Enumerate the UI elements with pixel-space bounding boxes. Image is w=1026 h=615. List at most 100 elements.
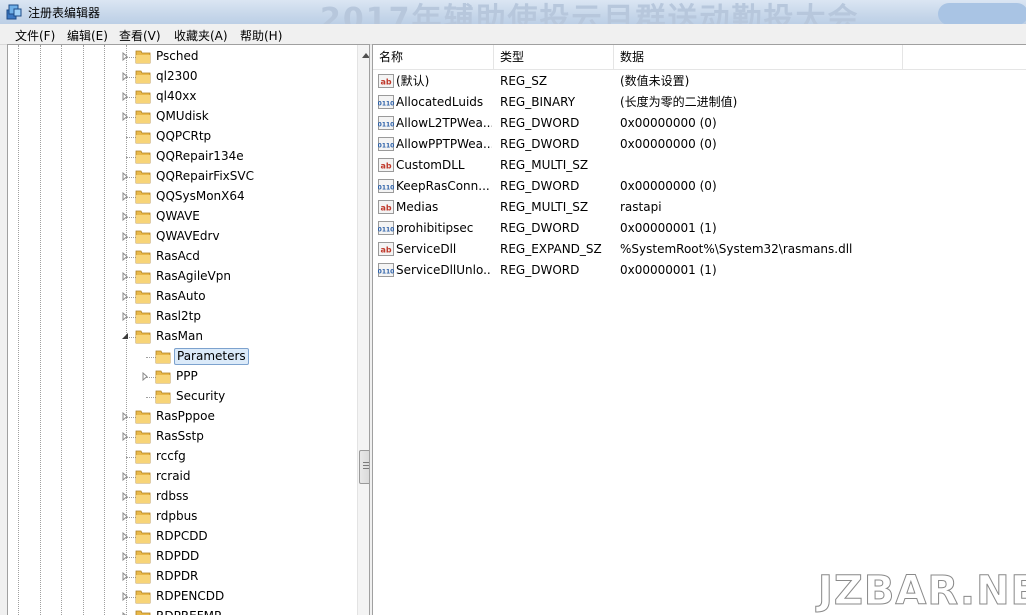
menu-file[interactable]: 文件(F) bbox=[15, 27, 55, 44]
tree-item[interactable]: RasAuto bbox=[8, 287, 356, 307]
tree-item-label[interactable]: RDPCDD bbox=[154, 529, 210, 544]
tree-item[interactable]: ql2300 bbox=[8, 67, 356, 87]
tree-item-label[interactable]: Security bbox=[174, 389, 227, 404]
tree-item[interactable]: RasSstp bbox=[8, 427, 356, 447]
tree-item[interactable]: RasMan bbox=[8, 327, 356, 347]
tree-item-label[interactable]: RasPppoe bbox=[154, 409, 217, 424]
tree-item-label[interactable]: QQRepairFixSVC bbox=[154, 169, 256, 184]
tree-item[interactable]: RDPENCDD bbox=[8, 587, 356, 607]
expand-arrow-icon[interactable] bbox=[121, 312, 129, 321]
tree-item-label[interactable]: Rasl2tp bbox=[154, 309, 203, 324]
expand-arrow-icon[interactable] bbox=[121, 172, 129, 181]
value-row[interactable]: 0110 AllocatedLuids REG_BINARY (长度为零的二进制值) bbox=[373, 92, 1026, 113]
menu-favorites[interactable]: 收藏夹(A) bbox=[174, 27, 228, 44]
expand-arrow-icon[interactable] bbox=[141, 372, 149, 381]
tree-item[interactable]: RDPDR bbox=[8, 567, 356, 587]
tree-item-label[interactable]: RDPREFMP bbox=[154, 609, 223, 615]
tree-item-label[interactable]: QQSysMonX64 bbox=[154, 189, 247, 204]
tree-item[interactable]: Psched bbox=[8, 47, 356, 67]
regedit-app-icon[interactable] bbox=[6, 4, 22, 20]
tree-item-label[interactable]: QQPCRtp bbox=[154, 129, 213, 144]
tree-item[interactable]: QWAVE bbox=[8, 207, 356, 227]
expand-arrow-icon[interactable] bbox=[121, 112, 129, 121]
expand-arrow-icon[interactable] bbox=[121, 572, 129, 581]
value-row[interactable]: ab Medias REG_MULTI_SZ rastapi bbox=[373, 197, 1026, 218]
value-row[interactable]: ab CustomDLL REG_MULTI_SZ bbox=[373, 155, 1026, 176]
expand-arrow-icon[interactable] bbox=[121, 432, 129, 441]
expand-arrow-icon[interactable] bbox=[121, 492, 129, 501]
tree-item-label[interactable]: RDPDR bbox=[154, 569, 200, 584]
tree-item-label[interactable]: QWAVE bbox=[154, 209, 202, 224]
tree-vertical-scrollbar[interactable] bbox=[357, 45, 369, 615]
tree-item-label[interactable]: Psched bbox=[154, 49, 200, 64]
scroll-up-arrow-icon[interactable] bbox=[362, 53, 369, 58]
value-row[interactable]: 0110 ServiceDllUnlo... REG_DWORD 0x00000001… bbox=[373, 260, 1026, 281]
values-list-pane[interactable]: 名称 类型 数据 ab (默认) REG_SZ (数值未设置) 0110 Allocate… bbox=[372, 44, 1026, 615]
tree-item[interactable]: rccfg bbox=[8, 447, 356, 467]
value-row[interactable]: ab ServiceDll REG_EXPAND_SZ %SystemRoot%\Sy… bbox=[373, 239, 1026, 260]
expand-arrow-icon[interactable] bbox=[121, 212, 129, 221]
expand-arrow-icon[interactable] bbox=[121, 592, 129, 601]
expand-arrow-icon[interactable] bbox=[121, 92, 129, 101]
expand-arrow-icon[interactable] bbox=[121, 52, 129, 61]
column-header-data[interactable]: 数据 bbox=[614, 45, 903, 69]
tree-item-label[interactable]: RasMan bbox=[154, 329, 205, 344]
expand-arrow-icon[interactable] bbox=[121, 72, 129, 81]
tree-item-label[interactable]: QQRepair134e bbox=[154, 149, 246, 164]
tree-item-label[interactable]: RasAuto bbox=[154, 289, 208, 304]
expand-arrow-icon[interactable] bbox=[121, 472, 129, 481]
expand-arrow-icon[interactable] bbox=[121, 232, 129, 241]
tree-item-label[interactable]: rdbss bbox=[154, 489, 190, 504]
column-header-name[interactable]: 名称 bbox=[373, 45, 494, 69]
value-row[interactable]: 0110 prohibitipsec REG_DWORD 0x00000001 (1) bbox=[373, 218, 1026, 239]
value-row[interactable]: 0110 AllowPPTPWea... REG_DWORD 0x00000000 (… bbox=[373, 134, 1026, 155]
tree-item[interactable]: Parameters bbox=[8, 347, 356, 367]
tree-item-label[interactable]: rdpbus bbox=[154, 509, 199, 524]
tree-item[interactable]: rcraid bbox=[8, 467, 356, 487]
expand-arrow-icon[interactable] bbox=[121, 272, 129, 281]
tree-item-label[interactable]: QMUdisk bbox=[154, 109, 211, 124]
scrollbar-thumb[interactable] bbox=[359, 450, 369, 484]
tree-item[interactable]: QQRepair134e bbox=[8, 147, 356, 167]
tree-item-label[interactable]: ql40xx bbox=[154, 89, 198, 104]
expand-arrow-icon[interactable] bbox=[121, 552, 129, 561]
value-row[interactable]: 0110 AllowL2TPWea... REG_DWORD 0x00000000 (… bbox=[373, 113, 1026, 134]
tree-item[interactable]: rdpbus bbox=[8, 507, 356, 527]
expand-arrow-icon[interactable] bbox=[121, 412, 129, 421]
tree-item-label[interactable]: RDPDD bbox=[154, 549, 201, 564]
menu-view[interactable]: 查看(V) bbox=[119, 27, 161, 44]
expand-arrow-icon[interactable] bbox=[121, 252, 129, 261]
column-header-type[interactable]: 类型 bbox=[494, 45, 614, 69]
tree-item-label[interactable]: PPP bbox=[174, 369, 200, 384]
tree-item[interactable]: PPP bbox=[8, 367, 356, 387]
tree-item-label[interactable]: RDPENCDD bbox=[154, 589, 226, 604]
expand-arrow-icon[interactable] bbox=[121, 292, 129, 301]
tree-item[interactable]: ql40xx bbox=[8, 87, 356, 107]
tree-item[interactable]: RasAcd bbox=[8, 247, 356, 267]
expand-arrow-icon[interactable] bbox=[121, 192, 129, 201]
tree-item[interactable]: QQSysMonX64 bbox=[8, 187, 356, 207]
tree-item[interactable]: Security bbox=[8, 387, 356, 407]
tree-item-label[interactable]: RasSstp bbox=[154, 429, 206, 444]
collapse-arrow-icon[interactable] bbox=[121, 332, 129, 341]
tree-item[interactable]: Rasl2tp bbox=[8, 307, 356, 327]
tree-item-label[interactable]: rcraid bbox=[154, 469, 193, 484]
expand-arrow-icon[interactable] bbox=[121, 532, 129, 541]
key-tree-pane[interactable]: Psched ql2300 ql40xx QMUdisk QQPCRtp QQRepair… bbox=[7, 44, 370, 615]
menu-edit[interactable]: 编辑(E) bbox=[67, 27, 108, 44]
tree-item[interactable]: RDPCDD bbox=[8, 527, 356, 547]
value-row[interactable]: ab (默认) REG_SZ (数值未设置) bbox=[373, 71, 1026, 92]
value-row[interactable]: 0110 KeepRasConn... REG_DWORD 0x00000000 (0… bbox=[373, 176, 1026, 197]
tree-item[interactable]: RDPDD bbox=[8, 547, 356, 567]
tree-item[interactable]: RasPppoe bbox=[8, 407, 356, 427]
tree-item[interactable]: QQPCRtp bbox=[8, 127, 356, 147]
tree-item-label[interactable]: Parameters bbox=[174, 348, 249, 365]
tree-item[interactable]: RasAgileVpn bbox=[8, 267, 356, 287]
tree-item[interactable]: QQRepairFixSVC bbox=[8, 167, 356, 187]
tree-item[interactable]: QWAVEdrv bbox=[8, 227, 356, 247]
tree-item[interactable]: QMUdisk bbox=[8, 107, 356, 127]
tree-item[interactable]: rdbss bbox=[8, 487, 356, 507]
expand-arrow-icon[interactable] bbox=[121, 512, 129, 521]
tree-item-label[interactable]: ql2300 bbox=[154, 69, 200, 84]
tree-item-label[interactable]: QWAVEdrv bbox=[154, 229, 222, 244]
